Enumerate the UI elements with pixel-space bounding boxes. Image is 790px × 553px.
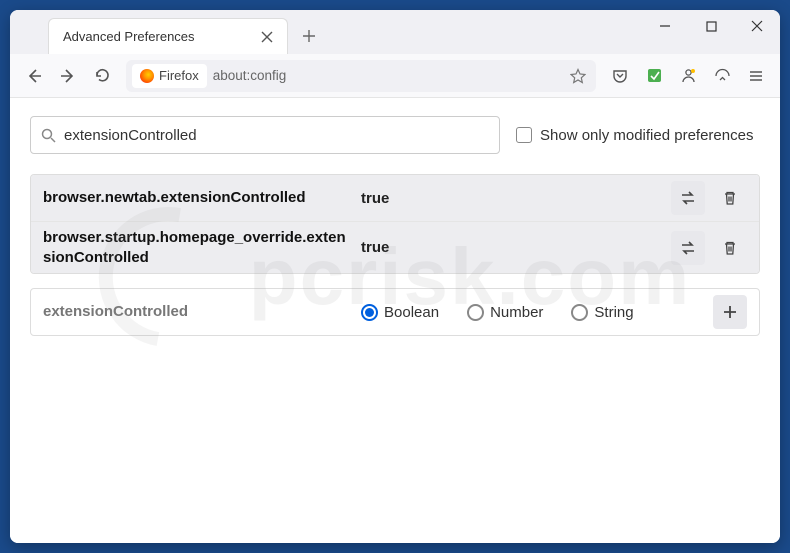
site-identity[interactable]: Firefox: [132, 64, 207, 88]
firefox-logo-icon: [140, 69, 154, 83]
type-string-radio[interactable]: String: [571, 304, 633, 321]
radio-icon: [467, 304, 484, 321]
minimize-button[interactable]: [642, 10, 688, 42]
add-button[interactable]: [713, 295, 747, 329]
config-search-box[interactable]: [30, 116, 500, 154]
back-button[interactable]: [18, 60, 50, 92]
new-pref-row-container: extensionControlled Boolean Number Strin…: [30, 288, 760, 336]
new-pref-name: extensionControlled: [43, 302, 353, 322]
pref-value: true: [361, 190, 663, 207]
pref-row: browser.newtab.extensionControlled true: [31, 175, 759, 222]
reload-button[interactable]: [86, 60, 118, 92]
pocket-icon[interactable]: [604, 60, 636, 92]
tab-title: Advanced Preferences: [63, 29, 247, 44]
maximize-button[interactable]: [688, 10, 734, 42]
browser-tab[interactable]: Advanced Preferences: [48, 18, 288, 54]
close-window-button[interactable]: [734, 10, 780, 42]
modified-only-checkbox-wrap[interactable]: Show only modified preferences: [516, 127, 753, 144]
modified-only-label: Show only modified preferences: [540, 127, 753, 144]
menu-button[interactable]: [740, 60, 772, 92]
type-selector: Boolean Number String: [361, 304, 705, 321]
pref-name: browser.newtab.extensionControlled: [43, 188, 353, 208]
forward-button[interactable]: [52, 60, 84, 92]
extension-icon[interactable]: [638, 60, 670, 92]
new-pref-row: extensionControlled Boolean Number Strin…: [31, 289, 759, 335]
preferences-table: browser.newtab.extensionControlled true …: [30, 174, 760, 274]
type-number-radio[interactable]: Number: [467, 304, 543, 321]
toggle-button[interactable]: [671, 181, 705, 215]
new-tab-button[interactable]: [294, 21, 324, 51]
radio-icon: [571, 304, 588, 321]
navigation-toolbar: Firefox about:config: [10, 54, 780, 98]
pref-name: browser.startup.homepage_override.extens…: [43, 228, 353, 267]
window-controls: [642, 10, 780, 54]
type-boolean-radio[interactable]: Boolean: [361, 304, 439, 321]
titlebar: Advanced Preferences: [10, 10, 780, 54]
radio-icon: [361, 304, 378, 321]
modified-only-checkbox[interactable]: [516, 127, 532, 143]
bookmark-star-icon[interactable]: [566, 64, 590, 88]
downloads-icon[interactable]: [706, 60, 738, 92]
site-label: Firefox: [159, 68, 199, 83]
account-icon[interactable]: [672, 60, 704, 92]
close-tab-icon[interactable]: [257, 27, 277, 47]
delete-button[interactable]: [713, 181, 747, 215]
pref-value: true: [361, 239, 663, 256]
pref-row: browser.startup.homepage_override.extens…: [31, 222, 759, 273]
url-text: about:config: [213, 68, 560, 83]
about-config-content: Show only modified preferences browser.n…: [10, 98, 780, 543]
delete-button[interactable]: [713, 231, 747, 265]
url-bar[interactable]: Firefox about:config: [126, 60, 596, 92]
search-icon: [41, 128, 56, 143]
config-search-input[interactable]: [64, 127, 489, 144]
toggle-button[interactable]: [671, 231, 705, 265]
